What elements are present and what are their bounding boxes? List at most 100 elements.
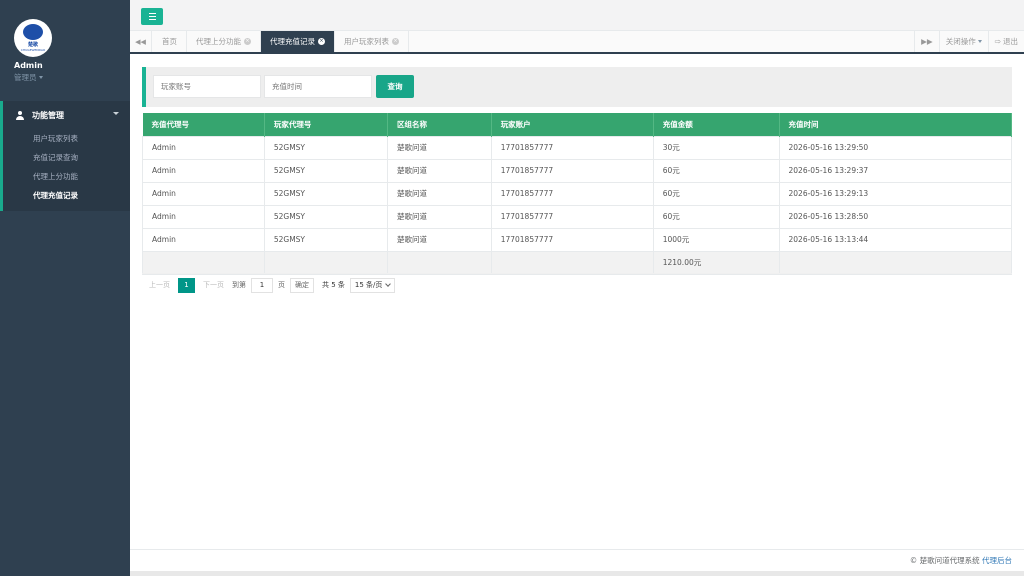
pagination: 上一页 1 下一页 到第 1 页 确定 共 5 条 15 条/页 — [142, 273, 1012, 296]
table-cell: 楚歌问道 — [386, 227, 492, 252]
table-cell: Admin — [142, 227, 265, 252]
sidebar-item-agent-recharge-records[interactable]: 代理充值记录 — [33, 186, 130, 205]
column-header[interactable]: 充值代理号 — [142, 113, 265, 136]
column-header[interactable]: 区组名称 — [387, 113, 492, 136]
logout-icon: ⇨ — [994, 37, 1001, 46]
tab-label: 代理充值记录 — [270, 37, 315, 46]
profile: 楚歌 CHUGEWENDAO Admin 管理员 — [0, 0, 130, 101]
table-cell: 60元 — [652, 181, 780, 206]
tab-scroll-left-button[interactable]: ◀◀ — [130, 31, 152, 52]
top-navbar — [130, 0, 1024, 31]
table-cell: 2026-05-16 13:29:50 — [778, 135, 1012, 160]
table-cell: 17701857777 — [490, 227, 654, 252]
hamburger-icon-bar — [148, 18, 156, 21]
footer-link[interactable]: 代理后台 — [982, 556, 1012, 565]
tab-label: 首页 — [162, 37, 177, 46]
chevron-down-icon — [113, 112, 119, 115]
close-operations-label: 关闭操作 — [945, 37, 976, 46]
profile-role-label: 管理员 — [14, 73, 37, 82]
table-row[interactable]: Admin 52GMSY 楚歌问道 17701857777 30元 2026-0… — [142, 135, 1012, 160]
logout-button[interactable]: ⇨ 退出 — [987, 31, 1024, 52]
table-cell — [490, 250, 654, 275]
bottom-strip — [130, 571, 1024, 576]
user-icon — [16, 110, 25, 120]
table-cell: 52GMSY — [263, 227, 388, 252]
column-header[interactable]: 充值时间 — [779, 113, 1012, 136]
column-header[interactable]: 充值金额 — [653, 113, 780, 136]
prev-page-button[interactable]: 上一页 — [149, 280, 170, 290]
page-size-value: 15 条/页 — [354, 280, 383, 289]
current-page-button[interactable]: 1 — [178, 277, 195, 293]
sidebar-item-agent-topup[interactable]: 代理上分功能 — [33, 167, 130, 186]
close-icon[interactable]: × — [392, 38, 399, 45]
sidebar-item-user-list[interactable]: 用户玩家列表 — [33, 129, 130, 148]
recharge-records-table: 充值代理号 玩家代理号 区组名称 玩家账户 充值金额 充值时间 Admin 52… — [142, 113, 1012, 275]
goto-label: 到第 — [232, 281, 246, 289]
recharge-time-input[interactable] — [264, 75, 372, 98]
tab-user-list[interactable]: 用户玩家列表 × — [335, 31, 409, 52]
column-header[interactable]: 玩家代理号 — [264, 113, 388, 136]
tab-actions: ▶▶ 关闭操作 ⇨ 退出 — [914, 31, 1024, 52]
table-cell: 楚歌问道 — [386, 135, 492, 160]
hamburger-icon — [148, 12, 156, 15]
table-header-row: 充值代理号 玩家代理号 区组名称 玩家账户 充值金额 充值时间 — [142, 113, 1012, 136]
table-cell: 52GMSY — [263, 204, 388, 229]
table-cell: 52GMSY — [263, 181, 388, 206]
table-cell: 2026-05-16 13:29:37 — [778, 158, 1012, 183]
profile-role-dropdown[interactable]: 管理员 — [14, 72, 130, 83]
close-operations-dropdown[interactable]: 关闭操作 — [938, 31, 988, 52]
player-account-input[interactable] — [153, 75, 261, 98]
goto-page-input[interactable]: 1 — [251, 277, 273, 293]
search-panel: 查询 — [142, 67, 1012, 107]
sidebar-menu-title: 功能管理 — [32, 110, 64, 120]
table-cell: 楚歌问道 — [386, 181, 492, 206]
next-page-button[interactable]: 下一页 — [203, 280, 224, 290]
query-button[interactable]: 查询 — [376, 75, 414, 98]
table-cell: 17701857777 — [490, 204, 654, 229]
table-row[interactable]: Admin 52GMSY 楚歌问道 17701857777 1000元 2026… — [142, 227, 1012, 252]
tab-home[interactable]: 首页 — [153, 31, 187, 52]
total-amount: 1210.00元 — [652, 250, 780, 275]
hamburger-icon-bar — [148, 15, 156, 18]
sidebar: 楚歌 CHUGEWENDAO Admin 管理员 功能管理 用户玩家列表 充值记… — [0, 0, 130, 576]
footer-copyright: © 楚歌问道代理系统 — [909, 556, 980, 565]
sidebar-menu-header[interactable]: 功能管理 — [3, 101, 130, 129]
logout-label: 退出 — [1003, 37, 1018, 46]
tab-scroll-right-button[interactable]: ▶▶ — [914, 31, 939, 52]
table-row[interactable]: Admin 52GMSY 楚歌问道 17701857777 60元 2026-0… — [142, 158, 1012, 183]
avatar[interactable]: 楚歌 CHUGEWENDAO — [14, 19, 52, 57]
profile-name: Admin — [14, 61, 43, 70]
table-cell: 52GMSY — [263, 158, 388, 183]
footer: © 楚歌问道代理系统 代理后台 — [130, 549, 1024, 571]
table-cell: 1000元 — [652, 227, 780, 252]
table-cell — [778, 250, 1012, 275]
close-icon[interactable]: × — [244, 38, 251, 45]
table-cell: 2026-05-16 13:13:44 — [778, 227, 1012, 252]
table-cell: Admin — [142, 135, 265, 160]
table-row[interactable]: Admin 52GMSY 楚歌问道 17701857777 60元 2026-0… — [142, 204, 1012, 229]
page-size-select[interactable]: 15 条/页 — [349, 277, 396, 293]
menu-toggle-button[interactable] — [141, 8, 163, 25]
tabs: 首页 代理上分功能 × 代理充值记录 × 用户玩家列表 × — [153, 31, 409, 52]
goto-confirm-button[interactable]: 确定 — [290, 277, 314, 293]
sidebar-submenu: 用户玩家列表 充值记录查询 代理上分功能 代理充值记录 — [3, 129, 130, 205]
logo-subtext: CHUGEWENDAO — [20, 48, 46, 52]
sidebar-item-recharge-query[interactable]: 充值记录查询 — [33, 148, 130, 167]
close-icon[interactable]: × — [318, 38, 325, 45]
double-chevron-left-icon: ◀◀ — [135, 37, 146, 46]
table-cell: 楚歌问道 — [386, 204, 492, 229]
column-header[interactable]: 玩家账户 — [491, 113, 654, 136]
sidebar-nav: 功能管理 用户玩家列表 充值记录查询 代理上分功能 代理充值记录 — [0, 101, 130, 211]
tab-agent-topup[interactable]: 代理上分功能 × — [187, 31, 261, 52]
logo-text: 楚歌 — [27, 42, 38, 48]
table-row[interactable]: Admin 52GMSY 楚歌问道 17701857777 60元 2026-0… — [142, 181, 1012, 206]
tab-agent-recharge-records[interactable]: 代理充值记录 × — [261, 31, 335, 52]
logo-icon — [23, 24, 43, 40]
tab-label: 代理上分功能 — [196, 37, 241, 46]
table-cell: 52GMSY — [263, 135, 388, 160]
table-cell: 17701857777 — [490, 158, 654, 183]
table-total-row: 1210.00元 — [142, 250, 1012, 275]
caret-down-icon — [38, 76, 43, 79]
tab-label: 用户玩家列表 — [344, 37, 389, 46]
table-cell — [386, 250, 492, 275]
